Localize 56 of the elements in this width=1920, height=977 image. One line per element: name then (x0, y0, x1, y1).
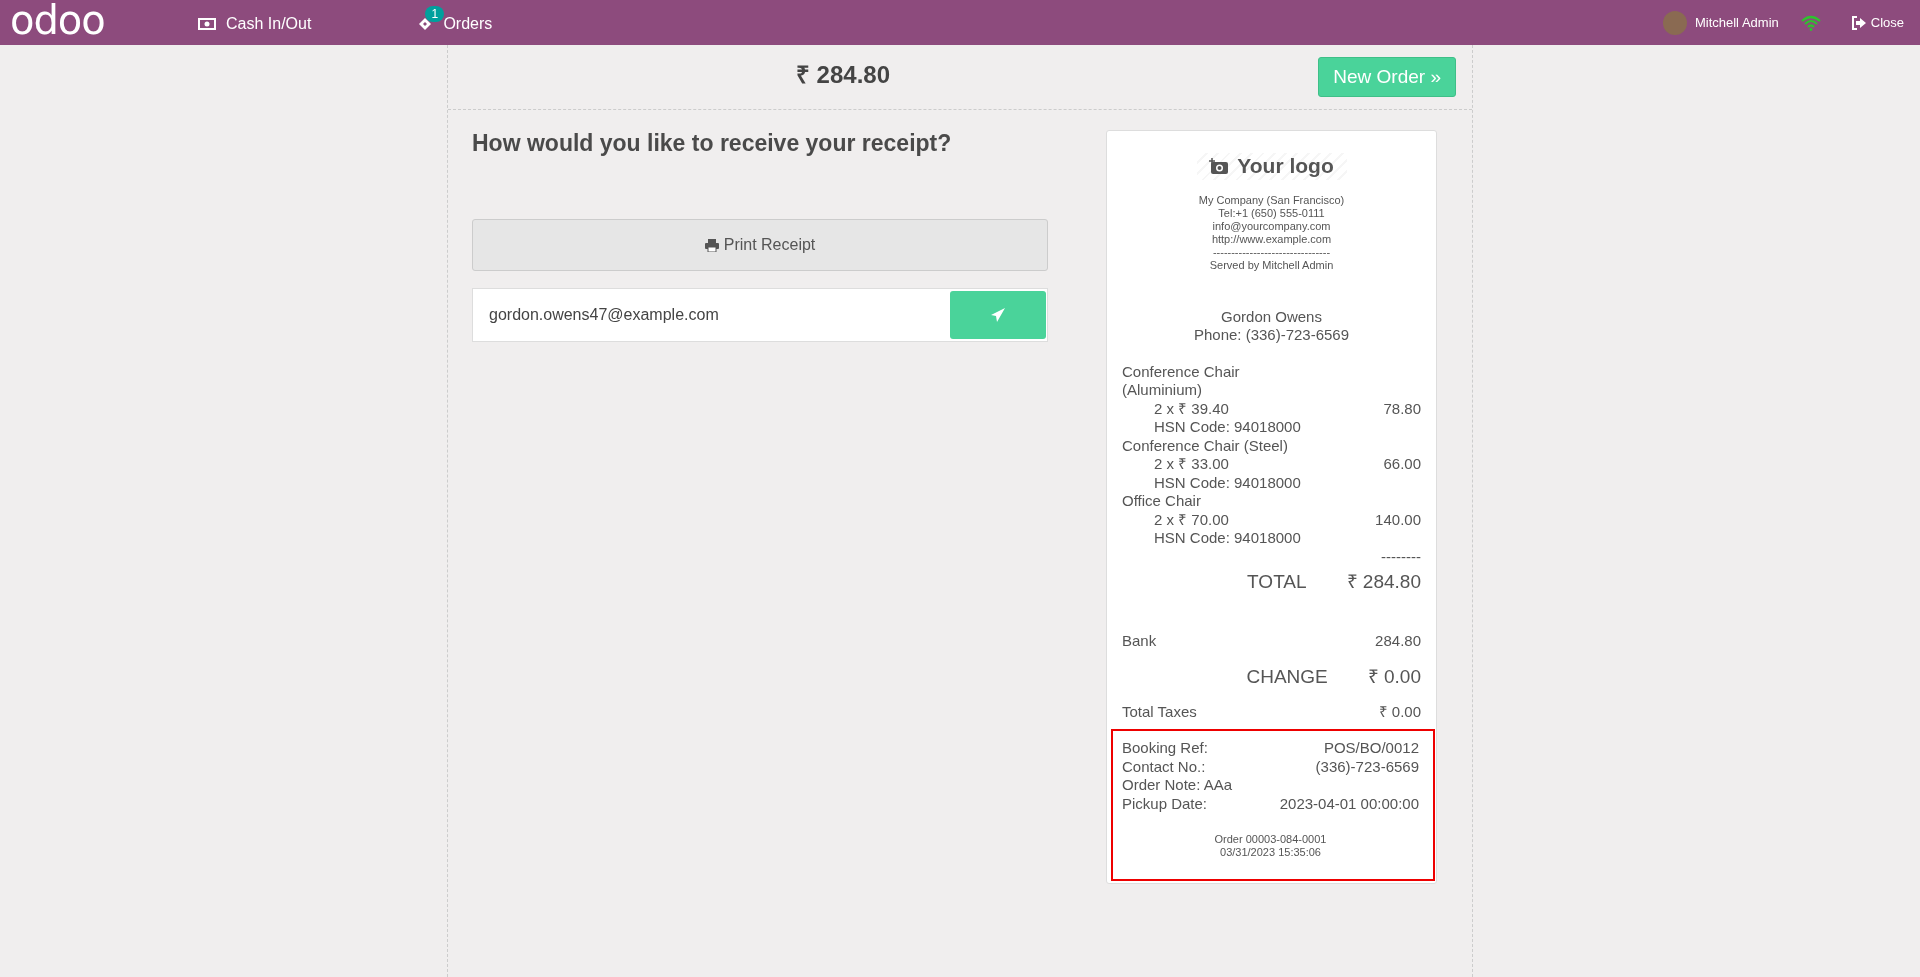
booking-value: (336)-723-6569 (1315, 757, 1419, 776)
product-name: Conference Chair (Steel) (1122, 436, 1289, 455)
company-info: My Company (San Francisco) (1197, 193, 1346, 207)
booking-value: 2023-04-01 00:00:00 (1279, 794, 1419, 813)
total-label: TOTAL (1247, 570, 1307, 594)
close-button[interactable]: Close (1844, 14, 1910, 31)
separator-dashes: -------- (1381, 547, 1421, 565)
quantity-price: 2 x ₹ 33.00 (1154, 455, 1229, 474)
booking-value: POS/BO/0012 (1323, 739, 1419, 758)
customer-info: Gordon Owens (1220, 307, 1323, 326)
booking-label: Booking Ref: (1122, 739, 1208, 758)
nav-button[interactable]: 1 Orders (409, 4, 501, 41)
quantity-price: 2 x ₹ 70.00 (1154, 510, 1229, 529)
banknote-icon (198, 17, 216, 30)
company-info: info@yourcompany.com (1211, 219, 1332, 233)
printer-icon (704, 238, 719, 252)
odoo-logo: odoo (10, 0, 106, 40)
quantity-price: 2 x ₹ 39.40 (1154, 399, 1229, 418)
taxes-amount: ₹ 0.00 (1378, 702, 1421, 721)
line-amount: 78.80 (1383, 399, 1421, 418)
customer-info: Phone: (336)-723-6569 (1192, 326, 1351, 345)
booking-label: Contact No.: (1122, 757, 1206, 776)
line-amount: 66.00 (1383, 455, 1421, 474)
booking-label: Pickup Date: (1122, 794, 1208, 813)
line-amount: 140.00 (1375, 510, 1421, 529)
nav-button[interactable]: Cash In/Out (190, 4, 320, 41)
avatar (1662, 10, 1687, 35)
company-info: Served by Mitchell Admin (1208, 258, 1335, 272)
wifi-icon (1800, 14, 1821, 31)
booking-label: Order Note: AAa (1122, 776, 1233, 795)
user-name: Mitchell Admin (1694, 15, 1779, 30)
company-info: Tel:+1 (650) 555-0111 (1217, 206, 1326, 220)
change-label: CHANGE (1246, 664, 1328, 689)
order-total: ₹ 284.80 (795, 59, 891, 90)
receipt-question: How would you like to receive your receipt? (472, 130, 953, 157)
company-info: http://www.example.com (1210, 232, 1333, 246)
paper-plane-icon (990, 307, 1006, 323)
hsn-code: HSN Code: 94018000 (1154, 473, 1301, 492)
send-button[interactable] (950, 291, 1046, 339)
order-info: Order 00003-084-0001 (1213, 833, 1328, 846)
payment-method: Bank (1122, 632, 1157, 651)
taxes-label: Total Taxes (1122, 702, 1197, 721)
product-name: Conference Chair (Aluminium) (1122, 362, 1241, 400)
camera-icon (1209, 157, 1230, 175)
hsn-code: HSN Code: 94018000 (1154, 418, 1301, 437)
payment-amount: 284.80 (1375, 632, 1421, 651)
exit-icon (1850, 15, 1867, 30)
logo-text: Your logo (1237, 157, 1334, 176)
hsn-code: HSN Code: 94018000 (1154, 529, 1301, 548)
print-receipt-button[interactable]: Print Receipt (472, 219, 1048, 271)
total-amount: ₹ 284.80 (1346, 570, 1421, 594)
product-name: Office Chair (1122, 492, 1202, 511)
company-info: -------------------------------- (1211, 245, 1332, 259)
order-info: 03/31/2023 15:35:06 (1219, 846, 1322, 859)
order-count-badge: 1 (425, 5, 445, 22)
change-amount: ₹ 0.00 (1367, 664, 1421, 689)
